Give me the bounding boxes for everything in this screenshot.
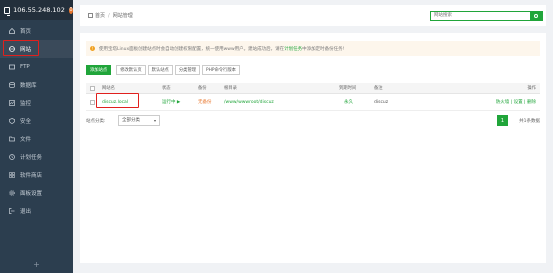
header-note: 备注 [374, 86, 383, 91]
toolbar: 添加站点 修改默认页 默认站点 分类管理 PHP命令行版本 [86, 65, 242, 75]
highlight-box-website [3, 40, 39, 56]
ftp-icon [9, 64, 15, 70]
sidebar-item-logout[interactable]: 退出 [0, 202, 73, 220]
default-site-button[interactable]: 默认站点 [147, 65, 173, 75]
total-count: 共1条数据 [519, 119, 540, 124]
add-site-button[interactable]: 添加站点 [86, 65, 112, 75]
site-table: 网站名 状态 备份 根目录 到期时间 备注 操作 discuz.local 运行… [86, 83, 540, 111]
shield-icon [9, 118, 15, 124]
logout-icon [9, 208, 15, 214]
search-button[interactable] [530, 12, 542, 20]
row-actions[interactable]: 防火墙 | 设置 | 删除 [496, 99, 536, 105]
sidebar-item-ftp[interactable]: FTP [0, 58, 73, 76]
highlight-box-site-name [96, 93, 139, 108]
backup-status[interactable]: 无备份 [198, 99, 212, 105]
gear-icon [9, 190, 15, 196]
sidebar-item-database[interactable]: 数据库 [0, 76, 73, 94]
database-icon [9, 82, 15, 88]
folder-icon [9, 136, 15, 142]
store-icon [9, 172, 15, 178]
notification-badge[interactable]: 0 [68, 6, 73, 14]
header-root: 根目录 [224, 86, 237, 91]
php-cli-button[interactable]: PHP命令行版本 [202, 65, 240, 75]
sidebar-item-label: FTP [20, 64, 30, 70]
breadcrumb-home[interactable]: 首页 [95, 12, 105, 19]
header-action: 操作 [527, 86, 536, 91]
clock-icon [9, 154, 15, 160]
warning-icon: ! [90, 46, 95, 51]
sidebar-item-label: 计划任务 [20, 155, 43, 161]
header-name[interactable]: 网站名 [102, 85, 115, 91]
server-icon [4, 6, 11, 16]
sidebar-item-label: 安全 [20, 119, 32, 125]
notice-tail: 中添加定时备份任务! [302, 46, 345, 52]
table-header: 网站名 状态 备份 根目录 到期时间 备注 操作 [86, 83, 540, 94]
sidebar-item-store[interactable]: 软件商店 [0, 166, 73, 184]
sidebar-item-files[interactable]: 文件 [0, 130, 73, 148]
notice-banner: ! 使用宝塔Linux面板创建站点时会自动创建权限配置，统一使用www用户。建站… [86, 41, 540, 56]
category-filter-label: 站点分类: [86, 119, 106, 124]
select-all-checkbox[interactable] [90, 86, 95, 91]
server-header: 106.55.248.102 0 [0, 0, 73, 20]
site-panel: ! 使用宝塔Linux面板创建站点时会自动创建权限配置，统一使用www用户。建站… [80, 33, 546, 263]
sidebar-item-label: 面板设置 [20, 191, 43, 197]
header-status[interactable]: 状态 [162, 85, 171, 91]
breadcrumb-bar: 首页 / 网站管理 [80, 5, 546, 26]
default-page-button[interactable]: 修改默认页 [116, 65, 146, 75]
status-running[interactable]: 运行中 ▶ [162, 99, 180, 105]
add-panel-button[interactable]: + [0, 260, 73, 269]
sidebar-item-cron[interactable]: 计划任务 [0, 148, 73, 166]
monitor-icon [9, 100, 15, 106]
home-icon [9, 27, 15, 34]
breadcrumb-separator: / [108, 12, 110, 19]
table-row: discuz.local 运行中 ▶ 无备份 /www/wwwroot/disc… [86, 94, 540, 111]
chevron-down-icon [154, 120, 156, 122]
category-button[interactable]: 分类管理 [174, 65, 201, 75]
sidebar-item-security[interactable]: 安全 [0, 112, 73, 130]
notice-text: 使用宝塔Linux面板创建站点时会自动创建权限配置，统一使用www用户。建站成功… [99, 46, 285, 52]
site-search [430, 11, 543, 21]
row-checkbox[interactable] [90, 100, 95, 105]
sidebar-item-monitor[interactable]: 监控 [0, 94, 73, 112]
header-expire[interactable]: 到期时间 [339, 85, 356, 91]
table-footer: 站点分类: 全部分类 1 共1条数据 [86, 115, 540, 127]
sidebar-item-home[interactable]: 首页 [0, 22, 73, 40]
sidebar-item-label: 首页 [20, 29, 32, 35]
server-ip: 106.55.248.102 [13, 6, 65, 14]
notice-link[interactable]: 计划任务 [284, 46, 302, 52]
sidebar-item-label: 退出 [20, 209, 32, 215]
expire-value[interactable]: 永久 [344, 99, 353, 105]
category-filter-value: 全部分类 [122, 118, 140, 123]
sidebar-item-label: 数据库 [20, 83, 37, 89]
search-icon [534, 14, 538, 18]
sidebar-item-settings[interactable]: 面板设置 [0, 184, 73, 202]
search-input[interactable] [431, 12, 530, 20]
home-icon [88, 13, 93, 18]
page-number-button[interactable]: 1 [497, 115, 508, 126]
sidebar-item-label: 监控 [20, 101, 32, 107]
breadcrumb-current: 网站管理 [112, 13, 133, 19]
sidebar-item-label: 文件 [20, 137, 32, 143]
note-value[interactable]: discuz [374, 100, 388, 105]
category-filter-select[interactable]: 全部分类 [118, 115, 160, 126]
sidebar-item-label: 软件商店 [20, 173, 43, 179]
root-path-link[interactable]: /www/wwwroot/discuz [224, 100, 274, 105]
header-backup: 备份 [198, 86, 207, 91]
